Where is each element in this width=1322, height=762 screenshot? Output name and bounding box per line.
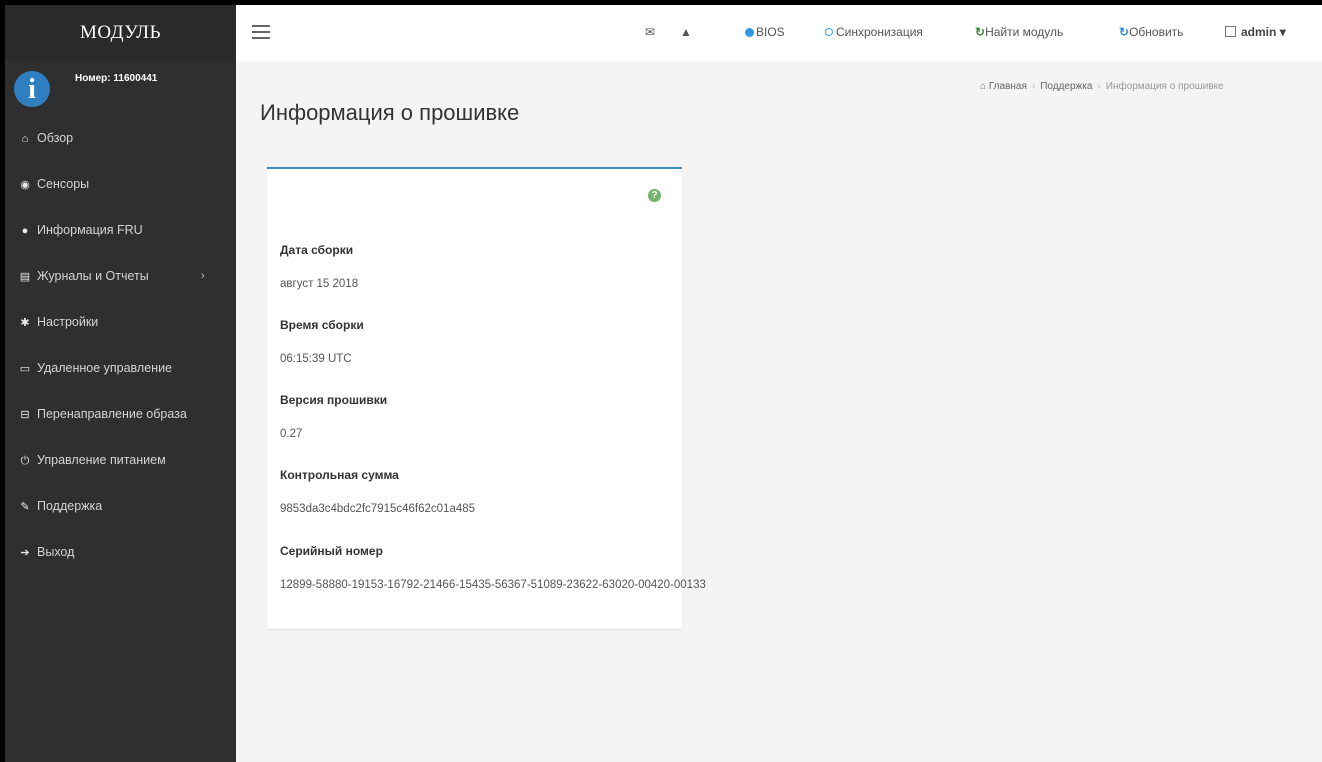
sidebar-item-remote-control[interactable]: ▭ Удаленное управление [5, 353, 236, 399]
disk-icon: ⊟ [20, 409, 30, 421]
help-icon[interactable]: ? [648, 189, 661, 202]
home-icon: ⌂ [21, 133, 29, 145]
sidebar-item-settings[interactable]: ✱ Настройки [5, 307, 236, 353]
sidebar-item-label: Настройки [37, 315, 99, 329]
serial-number-label: Серийный номер [280, 544, 383, 558]
user-menu[interactable]: admin ▾ [1225, 25, 1286, 39]
firmware-version-value: 0.27 [280, 428, 303, 440]
user-panel: i Номер: 11600441 [5, 61, 236, 123]
checksum-label: Контрольная сумма [280, 468, 399, 482]
sidebar-item-support[interactable]: ✎ Поддержка [5, 491, 236, 537]
sidebar-item-label: Обзор [37, 131, 74, 145]
module-number: Номер: 11600441 [75, 73, 158, 84]
breadcrumb-current: Информация о прошивке [1105, 81, 1224, 92]
refresh-label: Обновить [1129, 25, 1184, 39]
find-module-label: Найти модуль [985, 25, 1064, 39]
sidebar-item-label: Удаленное управление [37, 361, 172, 375]
build-date-label: Дата сборки [280, 243, 354, 257]
serial-number-value: 12899-58880-19153-16792-21466-15435-5636… [280, 579, 706, 591]
gear-icon: ✱ [20, 317, 30, 329]
bar-chart-icon: ▤ [19, 271, 31, 283]
username: admin [1241, 25, 1277, 39]
sidebar-item-label: Информация FRU [37, 223, 143, 237]
sidebar-item-label: Управление питанием [37, 453, 166, 467]
sidebar-nav: ⌂ Обзор ◉ Сенсоры ● Информация FRU ▤ Журналы… [5, 123, 236, 583]
checksum-value: 9853da3c4bdc2fc7915c46f62c01a485 [280, 503, 476, 515]
breadcrumb: ⌂ Главная › Поддержка › Информация о прошивк… [980, 81, 1224, 92]
breadcrumb-separator: › [1097, 81, 1101, 92]
sidebar-item-label: Перенаправление образа [37, 407, 187, 421]
build-time-label: Время сборки [280, 318, 364, 332]
bios-link[interactable]: BIOS [745, 25, 785, 39]
sidebar-item-overview[interactable]: ⌂ Обзор [5, 123, 236, 169]
info-icon: i [14, 71, 50, 107]
refresh-link[interactable]: ↻Обновить [1119, 25, 1183, 39]
breadcrumb-home[interactable]: Главная [989, 81, 1027, 92]
envelope-icon[interactable]: ✉ [645, 25, 655, 39]
user-icon [1225, 26, 1236, 37]
gauge-icon: ◉ [20, 179, 30, 191]
sidebar-item-logs-reports[interactable]: ▤ Журналы и Отчеты › [5, 261, 236, 307]
sign-out-icon: ➔ [20, 547, 30, 559]
sidebar-item-image-redirection[interactable]: ⊟ Перенаправление образа [5, 399, 236, 445]
bios-label: BIOS [756, 25, 785, 39]
monitor-icon: ▭ [19, 363, 31, 375]
sync-link[interactable]: Синхронизация [825, 25, 923, 39]
sidebar-item-label: Журналы и Отчеты [37, 269, 149, 283]
build-date-value: август 15 2018 [280, 278, 359, 290]
sidebar-item-logout[interactable]: ➔ Выход [5, 537, 236, 583]
firmware-info-card: ? Дата сборки август 15 2018 Время сборк… [267, 167, 706, 629]
breadcrumb-separator: › [1031, 81, 1036, 92]
warning-icon[interactable]: ▲ [680, 25, 692, 39]
sync-status-icon [825, 28, 833, 36]
info-circle-icon: ● [21, 225, 29, 237]
build-time-value: 06:15:39 UTC [280, 353, 352, 365]
refresh-icon: ↻ [1119, 25, 1130, 39]
sync-label: Синхронизация [836, 25, 923, 39]
sidebar-item-power-control[interactable]: ⏻ Управление питанием [5, 445, 236, 491]
refresh-icon: ↻ [975, 25, 986, 39]
chevron-right-icon: › [201, 270, 205, 282]
top-navbar: ✉ ▲ BIOS Синхронизация ↻Найти модуль ↻Об… [236, 5, 1322, 61]
page-title: Информация о прошивке [260, 100, 520, 125]
brand-title[interactable]: МОДУЛЬ [5, 5, 236, 61]
sidebar-item-label: Сенсоры [37, 177, 90, 191]
bios-status-icon [745, 28, 754, 37]
sidebar-item-label: Поддержка [37, 499, 103, 513]
caret-down-icon: ▾ [1279, 25, 1286, 39]
sidebar: МОДУЛЬ i Номер: 11600441 ⌂ Обзор ◉ Сенсоры… [5, 5, 236, 762]
sidebar-item-fru-info[interactable]: ● Информация FRU [5, 215, 236, 261]
app-window: МОДУЛЬ i Номер: 11600441 ⌂ Обзор ◉ Сенсоры… [5, 5, 1322, 762]
firmware-version-label: Версия прошивки [280, 393, 388, 407]
sidebar-item-label: Выход [37, 545, 75, 559]
breadcrumb-support[interactable]: Поддержка [1040, 81, 1092, 92]
sidebar-item-sensors[interactable]: ◉ Сенсоры [5, 169, 236, 215]
hamburger-menu-icon[interactable] [252, 25, 270, 39]
find-module-link[interactable]: ↻Найти модуль [975, 25, 1063, 39]
power-icon: ⏻ [20, 455, 30, 467]
wrench-icon: ✎ [20, 501, 30, 513]
home-icon: ⌂ [980, 81, 987, 92]
